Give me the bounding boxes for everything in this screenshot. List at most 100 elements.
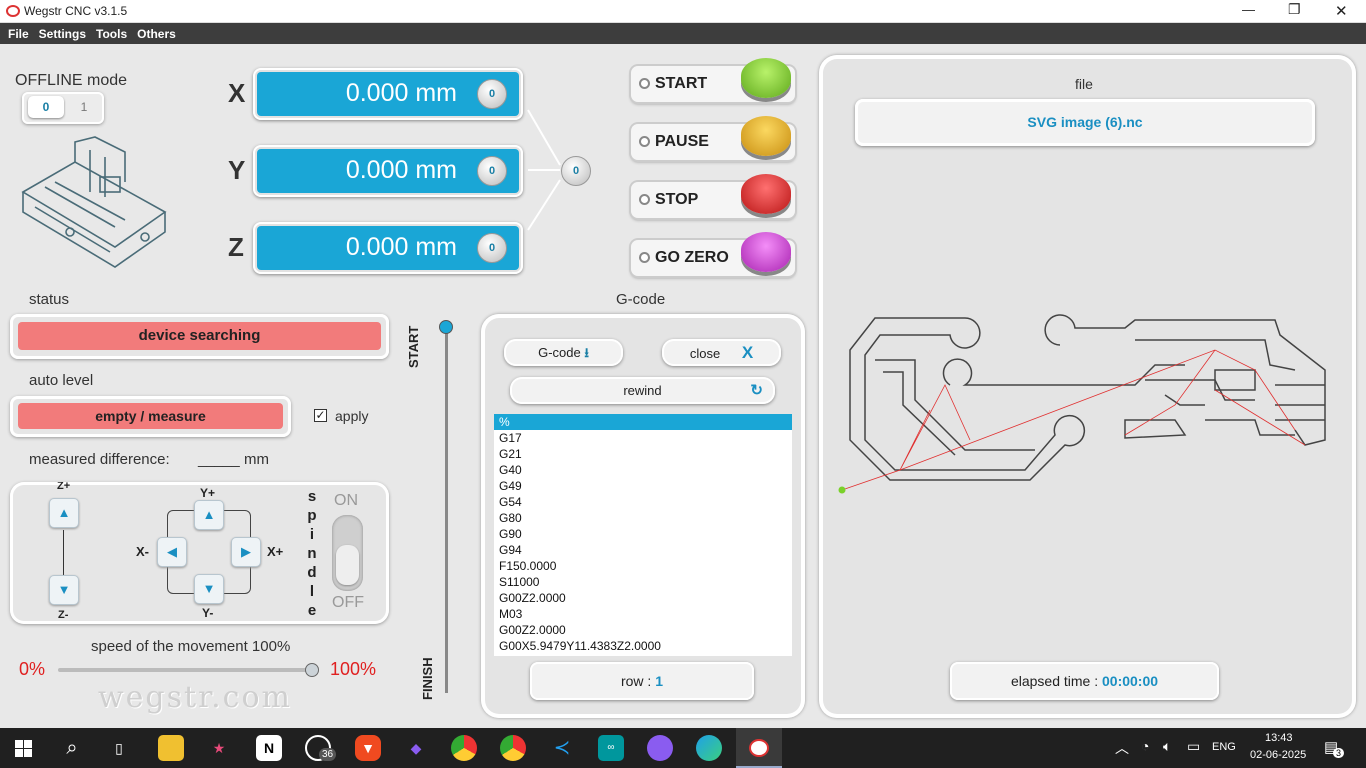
progress-start-label: START [406,325,421,368]
load-gcode-button[interactable]: G-code ⭳ [504,339,623,366]
gcode-title: G-code [616,291,666,308]
z-down-button[interactable]: ▼ [49,575,79,605]
gcode-line[interactable]: G17 [494,430,792,446]
pause-icon [741,116,791,156]
offline-toggle[interactable]: 0 1 [22,92,104,124]
menu-file[interactable]: File [0,23,31,41]
obsidian-icon[interactable]: ◆ [403,735,429,761]
gcode-line[interactable]: G00X5.9479Y11.4383Z2.0000 [494,638,792,654]
windows-start-icon[interactable] [15,740,32,757]
task-view-icon[interactable]: ▯ [106,735,132,761]
zero-all-button[interactable]: 0 [561,156,591,186]
volume-icon[interactable]: 🔈︎ [1163,738,1171,755]
y-minus-label: Y- [202,606,214,620]
y-up-button[interactable]: ▲ [194,500,224,530]
brave-icon[interactable]: ▼ [355,735,381,761]
menu-tools[interactable]: Tools [88,23,129,41]
close-x-icon: X [741,343,754,362]
rewind-button[interactable]: rewind ↻ [510,377,775,404]
go-zero-button[interactable]: GO ZERO [631,232,795,276]
speed-min-label: 0% [19,659,46,679]
spindle-toggle[interactable] [332,515,363,591]
arduino-icon[interactable]: ∞ [598,735,624,761]
zero-z-button[interactable]: 0 [477,233,507,263]
wegstr-taskbar-icon[interactable] [736,728,782,768]
y-down-button[interactable]: ▼ [194,574,224,604]
speed-slider-track[interactable] [58,668,314,672]
gcode-line[interactable]: G90 [494,526,792,542]
clock-time[interactable]: 13:43 [1265,732,1293,744]
x-plus-label: X+ [267,544,284,559]
notion-icon[interactable]: N [256,735,282,761]
progress-thumb[interactable] [439,320,453,334]
status-label: status [29,291,70,308]
gcode-line[interactable]: G00Z2.0000 [494,622,792,638]
row-indicator: row : 1 [530,662,754,700]
notification-badge: 3 [1333,748,1345,758]
gcode-line[interactable]: G94 [494,542,792,558]
gcode-line[interactable]: % [494,414,792,430]
gcode-line[interactable]: G21 [494,446,792,462]
close-window-button[interactable]: ✕ [1335,2,1348,20]
menu-bar: File Settings Tools Others [0,23,1366,44]
speed-slider-thumb[interactable] [305,663,319,677]
speed-label: speed of the movement 100% [91,638,291,655]
auto-level-panel: empty / measure [10,396,291,437]
minimize-button[interactable]: — [1242,2,1255,17]
gcode-listing[interactable]: % G17 G21 G40 G49 G54 G80 G90 G94 F150.0… [494,414,792,656]
progress-track [445,328,448,693]
gcode-line[interactable]: M03 [494,606,792,622]
app-star-icon[interactable]: ★ [206,735,232,761]
wegstr-watermark: wegstr.com [98,680,292,715]
gcode-line[interactable]: G00Z2.0000 [494,590,792,606]
window-title: Wegstr CNC v3.1.5 [24,4,128,18]
jog-panel: Z+ ▲ ▼ Z- Y+ ▲ ◀ X- ▶ X+ ▼ Y- spindle ON… [10,482,389,624]
row-value: 1 [655,673,664,689]
close-gcode-button[interactable]: close X [662,339,781,366]
rewind-icon: ↻ [750,382,763,399]
stop-button[interactable]: STOP [631,174,795,218]
file-name: SVG image (6).nc [1027,114,1143,130]
elapsed-label: elapsed time : [1010,673,1099,689]
maximize-button[interactable]: ❐ [1288,1,1301,18]
gcode-line[interactable]: G40 [494,462,792,478]
language-indicator[interactable]: ENG [1212,741,1236,753]
chrome-profile-icon[interactable] [500,735,526,761]
start-button[interactable]: START [631,58,795,102]
toggle-off-label: 1 [80,100,88,114]
clock-date[interactable]: 02-06-2025 [1250,749,1306,761]
whatsapp-badge: 36 [319,748,337,761]
file-label: file [1075,76,1093,92]
gcode-line[interactable]: F150.0000 [494,558,792,574]
file-name-box: SVG image (6).nc [855,99,1315,146]
zero-x-button[interactable]: 0 [477,79,507,109]
start-play-icon [741,58,791,98]
tray-chevron-icon[interactable]: ︿ [1115,738,1129,758]
auto-level-label: auto level [29,372,94,389]
x-right-button[interactable]: ▶ [231,537,261,567]
gcode-line[interactable]: G54 [494,494,792,510]
gcode-line[interactable]: G80 [494,510,792,526]
file-explorer-icon[interactable] [158,735,184,761]
search-icon[interactable]: ⌕ [59,735,85,761]
measured-value: _____ [198,451,240,468]
axis-z-label: Z [228,232,244,262]
gcode-line[interactable]: S11000 [494,574,792,590]
cnc-machine-illustration [21,136,167,268]
apply-checkbox[interactable]: ✓ [314,409,327,422]
pause-button[interactable]: PAUSE [631,116,795,160]
z-up-button[interactable]: ▲ [49,498,79,528]
x-minus-label: X- [136,544,149,559]
vscode-icon[interactable]: ≺ [549,735,575,761]
measured-unit: mm [244,451,269,468]
gcode-line[interactable]: G49 [494,478,792,494]
chrome-icon[interactable] [451,735,477,761]
row-label: row : [620,673,652,689]
x-left-button[interactable]: ◀ [157,537,187,567]
menu-others[interactable]: Others [129,23,178,41]
github-icon[interactable] [647,735,673,761]
zero-y-button[interactable]: 0 [477,156,507,186]
auto-level-button[interactable]: empty / measure [18,403,283,429]
menu-settings[interactable]: Settings [31,23,88,41]
edge-icon[interactable] [696,735,722,761]
